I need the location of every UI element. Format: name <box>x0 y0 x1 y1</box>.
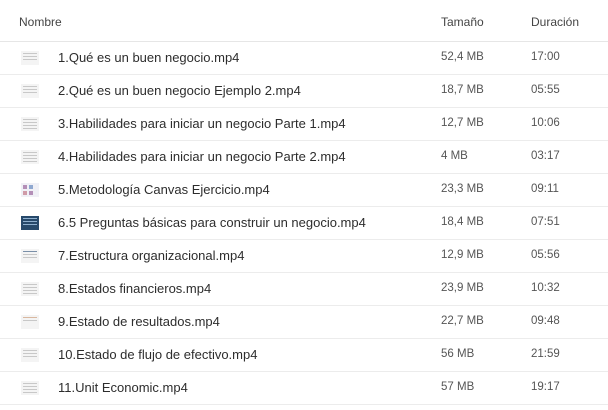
file-name[interactable]: 4.Habilidades para iniciar un negocio Pa… <box>58 149 346 164</box>
column-header-size[interactable]: Tamaño <box>441 15 484 29</box>
file-duration: 09:11 <box>531 183 559 195</box>
file-row[interactable]: 7.Estructura organizacional.mp4 12,9 MB … <box>0 240 608 273</box>
file-row[interactable]: 10.Estado de flujo de efectivo.mp4 56 MB… <box>0 339 608 372</box>
file-size: 12,9 MB <box>441 249 484 261</box>
file-duration: 07:51 <box>531 216 560 228</box>
file-row[interactable]: 2.Qué es un buen negocio Ejemplo 2.mp4 1… <box>0 75 608 108</box>
file-name[interactable]: 6.5 Preguntas básicas para construir un … <box>58 215 366 230</box>
file-duration: 19:17 <box>531 381 560 393</box>
file-duration: 09:48 <box>531 315 560 327</box>
file-list: Nombre Tamaño Duración 1.Qué es un buen … <box>0 0 608 405</box>
file-name[interactable]: 8.Estados financieros.mp4 <box>58 281 211 296</box>
file-name[interactable]: 10.Estado de flujo de efectivo.mp4 <box>58 347 257 362</box>
text-lines-icon <box>21 117 39 131</box>
canvas-grid-icon <box>21 183 39 197</box>
text-lines-icon <box>21 150 39 164</box>
file-duration: 10:32 <box>531 282 560 294</box>
column-header-name[interactable]: Nombre <box>19 15 62 29</box>
file-name[interactable]: 5.Metodología Canvas Ejercicio.mp4 <box>58 182 270 197</box>
file-size: 56 MB <box>441 348 475 360</box>
file-size: 23,3 MB <box>441 183 484 195</box>
file-size: 4 MB <box>441 150 468 162</box>
gray-doc-icon <box>21 51 39 65</box>
file-name[interactable]: 11.Unit Economic.mp4 <box>58 380 188 395</box>
file-name[interactable]: 7.Estructura organizacional.mp4 <box>58 248 244 263</box>
file-name[interactable]: 2.Qué es un buen negocio Ejemplo 2.mp4 <box>58 83 301 98</box>
file-row[interactable]: 4.Habilidades para iniciar un negocio Pa… <box>0 141 608 174</box>
table-doc-icon <box>21 282 39 296</box>
file-duration: 03:17 <box>531 150 560 162</box>
file-duration: 21:59 <box>531 348 560 360</box>
file-row[interactable]: 11.Unit Economic.mp4 57 MB 19:17 <box>0 372 608 405</box>
file-name[interactable]: 9.Estado de resultados.mp4 <box>58 314 220 329</box>
small-doc-icon <box>21 315 39 329</box>
column-header-duration[interactable]: Duración <box>531 15 579 29</box>
file-row[interactable]: 1.Qué es un buen negocio.mp4 52,4 MB 17:… <box>0 42 608 75</box>
org-chart-icon <box>21 249 39 263</box>
file-row[interactable]: 8.Estados financieros.mp4 23,9 MB 10:32 <box>0 273 608 306</box>
spreadsheet-icon <box>21 381 39 395</box>
file-size: 23,9 MB <box>441 282 484 294</box>
file-duration: 10:06 <box>531 117 560 129</box>
file-name[interactable]: 3.Habilidades para iniciar un negocio Pa… <box>58 116 346 131</box>
file-row[interactable]: 3.Habilidades para iniciar un negocio Pa… <box>0 108 608 141</box>
file-size: 57 MB <box>441 381 475 393</box>
file-size: 22,7 MB <box>441 315 484 327</box>
gray-doc-icon <box>21 84 39 98</box>
file-duration: 05:55 <box>531 84 560 96</box>
file-duration: 05:56 <box>531 249 560 261</box>
file-name[interactable]: 1.Qué es un buen negocio.mp4 <box>58 50 239 65</box>
file-row[interactable]: 9.Estado de resultados.mp4 22,7 MB 09:48 <box>0 306 608 339</box>
file-size: 52,4 MB <box>441 51 484 63</box>
dark-slide-icon <box>21 216 39 230</box>
file-row[interactable]: 6.5 Preguntas básicas para construir un … <box>0 207 608 240</box>
file-duration: 17:00 <box>531 51 560 63</box>
file-size: 18,7 MB <box>441 84 484 96</box>
file-size: 18,4 MB <box>441 216 484 228</box>
file-row[interactable]: 5.Metodología Canvas Ejercicio.mp4 23,3 … <box>0 174 608 207</box>
flow-doc-icon <box>21 348 39 362</box>
column-header-row: Nombre Tamaño Duración <box>0 0 608 42</box>
file-size: 12,7 MB <box>441 117 484 129</box>
